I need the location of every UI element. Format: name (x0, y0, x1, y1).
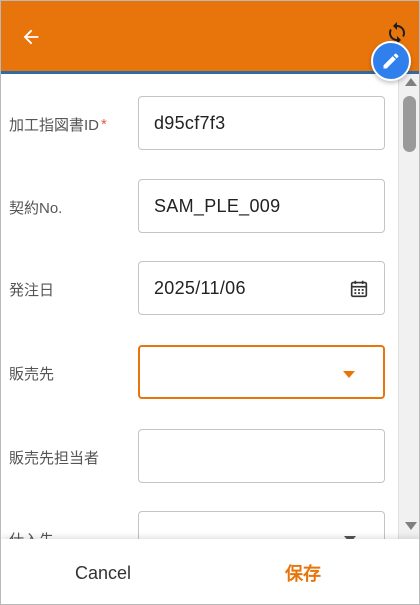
order-id-label: 加工指図書ID * (9, 96, 107, 152)
cancel-button[interactable]: Cancel (41, 555, 165, 591)
customer-contact-input[interactable] (138, 429, 385, 483)
back-button[interactable] (15, 21, 47, 53)
form-row-customer-contact: 販売先担当者 (1, 429, 397, 485)
calendar-icon[interactable] (348, 278, 370, 300)
dialog-footer: Cancel 保存 (1, 539, 419, 604)
order-date-input[interactable]: 2025/11/06 (138, 261, 385, 315)
form-row-order-date: 発注日 2025/11/06 (1, 261, 397, 317)
order-date-label: 発注日 (9, 281, 55, 299)
order-id-input[interactable]: d95cf7f3 (138, 96, 385, 150)
required-mark: * (101, 115, 107, 133)
customer-select[interactable] (138, 345, 385, 399)
app-header (1, 1, 419, 73)
form-dialog: 加工指図書ID * d95cf7f3 契約No. SAM_PLE_009 発注日 … (0, 0, 420, 605)
contract-no-label: 契約No. (9, 199, 63, 217)
customer-label: 販売先 (9, 365, 55, 383)
scrollbar-thumb[interactable] (403, 96, 416, 152)
form-row-order-id: 加工指図書ID * d95cf7f3 (1, 96, 397, 152)
supplier-label: 仕入先 (9, 511, 54, 540)
form-body: 加工指図書ID * d95cf7f3 契約No. SAM_PLE_009 発注日 … (1, 74, 397, 539)
scrollbar[interactable] (398, 74, 419, 539)
supplier-select[interactable] (138, 511, 385, 539)
form-row-supplier: 仕入先 (1, 511, 397, 539)
pencil-icon (383, 53, 399, 69)
order-date-value: 2025/11/06 (154, 277, 246, 298)
contract-no-value: SAM_PLE_009 (154, 195, 281, 216)
form-row-customer: 販売先 (1, 345, 397, 401)
scroll-up-arrow-icon[interactable] (405, 78, 417, 86)
customer-contact-label: 販売先担当者 (9, 449, 100, 467)
contract-no-input[interactable]: SAM_PLE_009 (138, 179, 385, 233)
arrow-left-icon (23, 29, 39, 45)
order-id-label-text: 加工指図書ID (9, 116, 100, 134)
order-id-value: d95cf7f3 (154, 112, 226, 133)
edit-button[interactable] (371, 41, 411, 81)
save-button[interactable]: 保存 (251, 555, 355, 591)
caret-down-icon (343, 371, 355, 378)
scroll-down-arrow-icon[interactable] (405, 522, 417, 530)
form-row-contract-no: 契約No. SAM_PLE_009 (1, 179, 397, 235)
